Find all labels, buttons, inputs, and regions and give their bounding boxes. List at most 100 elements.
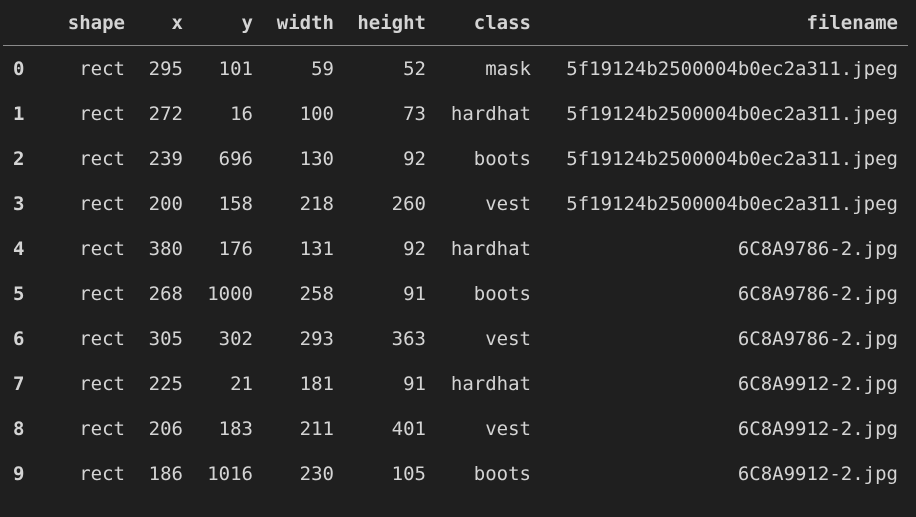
cell-filename: 6C8A9912-2.jpg — [737, 417, 898, 440]
cell-class: boots — [473, 282, 531, 305]
cell-class: vest — [485, 417, 531, 440]
cell-shape: rect — [79, 417, 125, 440]
cell-filename: 5f19124b2500004b0ec2a311.jpeg — [566, 192, 898, 215]
cell-width: 293 — [299, 327, 334, 350]
cell-width: 218 — [299, 192, 334, 215]
cell-y: 696 — [218, 147, 253, 170]
cell-height: 52 — [403, 57, 426, 80]
cell-y: 302 — [218, 327, 253, 350]
cell-class: vest — [485, 327, 531, 350]
table-row: 3 rect 200 158 218 260 vest 5f19124b2500004b0ec… — [3, 181, 908, 226]
cell-class: hardhat — [450, 237, 531, 260]
index-header — [3, 0, 45, 46]
cell-filename: 6C8A9786-2.jpg — [737, 327, 898, 350]
cell-shape: rect — [79, 462, 125, 485]
table-header: shape x y width height class filename — [3, 0, 908, 46]
cell-height: 363 — [391, 327, 426, 350]
header-row: shape x y width height class filename — [3, 0, 908, 46]
cell-height: 92 — [403, 237, 426, 260]
row-index: 0 — [13, 57, 25, 80]
cell-height: 91 — [403, 282, 426, 305]
cell-width: 211 — [299, 417, 334, 440]
dataframe-table: shape x y width height class filename 0 r… — [3, 0, 908, 496]
row-index: 8 — [13, 417, 25, 440]
cell-x: 295 — [148, 57, 183, 80]
cell-height: 92 — [403, 147, 426, 170]
table-body: 0 rect 295 101 59 52 mask 5f19124b2500004b0ec2a… — [3, 46, 908, 497]
cell-y: 1000 — [207, 282, 253, 305]
cell-width: 230 — [299, 462, 334, 485]
cell-y: 158 — [218, 192, 253, 215]
cell-shape: rect — [79, 282, 125, 305]
table-row: 5 rect 268 1000 258 91 boots 6C8A9786-2.jpg — [3, 271, 908, 316]
cell-class: mask — [485, 57, 531, 80]
row-index: 1 — [13, 102, 25, 125]
cell-x: 225 — [148, 372, 183, 395]
cell-width: 100 — [299, 102, 334, 125]
cell-filename: 6C8A9786-2.jpg — [737, 282, 898, 305]
column-header-x: x — [125, 0, 183, 46]
column-header-class: class — [426, 0, 531, 46]
row-index: 2 — [13, 147, 25, 170]
table-row: 9 rect 186 1016 230 105 boots 6C8A9912-2.jpg — [3, 451, 908, 496]
cell-height: 105 — [391, 462, 426, 485]
table-row: 2 rect 239 696 130 92 boots 5f19124b2500004b0ec… — [3, 136, 908, 181]
cell-height: 91 — [403, 372, 426, 395]
column-header-filename: filename — [531, 0, 908, 46]
cell-class: boots — [473, 147, 531, 170]
cell-y: 21 — [230, 372, 253, 395]
table-row: 6 rect 305 302 293 363 vest 6C8A9786-2.jpg — [3, 316, 908, 361]
cell-filename: 5f19124b2500004b0ec2a311.jpeg — [566, 102, 898, 125]
cell-filename: 6C8A9912-2.jpg — [737, 462, 898, 485]
table-row: 8 rect 206 183 211 401 vest 6C8A9912-2.jpg — [3, 406, 908, 451]
cell-shape: rect — [79, 192, 125, 215]
row-index: 3 — [13, 192, 25, 215]
table-row: 4 rect 380 176 131 92 hardhat 6C8A9786-2.jpg — [3, 226, 908, 271]
cell-x: 186 — [148, 462, 183, 485]
row-index: 9 — [13, 462, 25, 485]
cell-x: 239 — [148, 147, 183, 170]
cell-width: 258 — [299, 282, 334, 305]
cell-width: 181 — [299, 372, 334, 395]
cell-x: 272 — [148, 102, 183, 125]
cell-class: vest — [485, 192, 531, 215]
row-index: 6 — [13, 327, 25, 350]
column-header-shape: shape — [45, 0, 125, 46]
cell-height: 401 — [391, 417, 426, 440]
column-header-height: height — [334, 0, 426, 46]
cell-width: 131 — [299, 237, 334, 260]
cell-y: 101 — [218, 57, 253, 80]
table-row: 1 rect 272 16 100 73 hardhat 5f19124b2500004b0e… — [3, 91, 908, 136]
cell-shape: rect — [79, 372, 125, 395]
cell-x: 268 — [148, 282, 183, 305]
cell-filename: 5f19124b2500004b0ec2a311.jpeg — [566, 147, 898, 170]
cell-shape: rect — [79, 57, 125, 80]
cell-filename: 6C8A9912-2.jpg — [737, 372, 898, 395]
cell-height: 73 — [403, 102, 426, 125]
cell-filename: 6C8A9786-2.jpg — [737, 237, 898, 260]
row-index: 7 — [13, 372, 25, 395]
cell-x: 206 — [148, 417, 183, 440]
row-index: 5 — [13, 282, 25, 305]
cell-x: 200 — [148, 192, 183, 215]
cell-shape: rect — [79, 147, 125, 170]
cell-shape: rect — [79, 237, 125, 260]
table-row: 7 rect 225 21 181 91 hardhat 6C8A9912-2.jpg — [3, 361, 908, 406]
cell-height: 260 — [391, 192, 426, 215]
cell-y: 183 — [218, 417, 253, 440]
cell-shape: rect — [79, 327, 125, 350]
cell-width: 130 — [299, 147, 334, 170]
cell-y: 1016 — [207, 462, 253, 485]
cell-class: hardhat — [450, 102, 531, 125]
row-index: 4 — [13, 237, 25, 260]
cell-x: 305 — [148, 327, 183, 350]
dataframe-output: shape x y width height class filename 0 r… — [0, 0, 916, 517]
cell-x: 380 — [148, 237, 183, 260]
cell-y: 16 — [230, 102, 253, 125]
cell-width: 59 — [311, 57, 334, 80]
cell-y: 176 — [218, 237, 253, 260]
table-row: 0 rect 295 101 59 52 mask 5f19124b2500004b0ec2a… — [3, 46, 908, 92]
column-header-width: width — [253, 0, 334, 46]
cell-class: boots — [473, 462, 531, 485]
cell-filename: 5f19124b2500004b0ec2a311.jpeg — [566, 57, 898, 80]
